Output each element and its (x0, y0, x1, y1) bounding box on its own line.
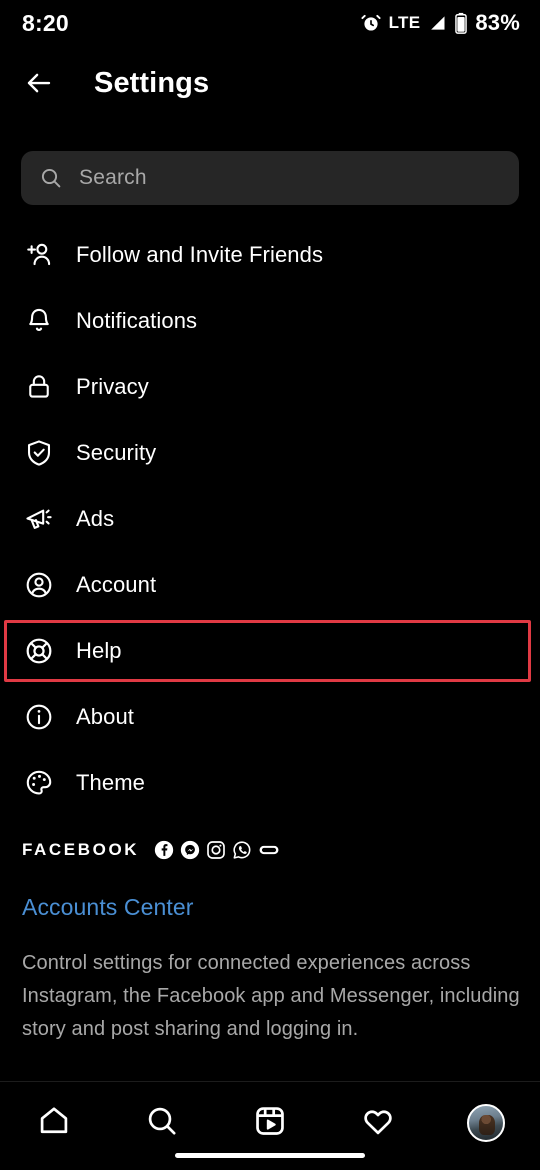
heart-icon (361, 1104, 395, 1143)
menu-item-label: Notifications (76, 308, 198, 333)
menu-item-security[interactable]: Security (0, 420, 540, 486)
menu-item-account[interactable]: Account (0, 552, 540, 618)
battery-percentage: 83% (475, 10, 520, 35)
facebook-icon (154, 840, 174, 860)
menu-item-privacy[interactable]: Privacy (0, 354, 540, 420)
facebook-section-description: Control settings for connected experienc… (22, 952, 520, 1040)
signal-bars-icon (427, 13, 447, 33)
facebook-section: FACEBOOK Accounts Center Control setting… (22, 840, 522, 1046)
info-circle-icon (22, 700, 56, 734)
messenger-icon (180, 840, 200, 860)
facebook-section-header: FACEBOOK (22, 840, 522, 860)
reels-icon (253, 1104, 287, 1143)
page-header: Settings (0, 52, 540, 114)
shield-check-icon (22, 436, 56, 470)
account-circle-icon (22, 568, 56, 602)
menu-item-ads[interactable]: Ads (0, 486, 540, 552)
settings-screen: 8:20 LTE 83% Settings Search Follow and … (0, 0, 540, 1170)
menu-item-label: Help (76, 638, 122, 663)
menu-item-follow-and-invite-friends[interactable]: Follow and Invite Friends (0, 222, 540, 288)
nav-profile-button[interactable] (455, 1098, 517, 1148)
menu-item-label: Privacy (76, 374, 149, 399)
menu-item-label: About (76, 704, 134, 729)
bell-icon (22, 304, 56, 338)
settings-menu: Follow and Invite Friends Notifications … (0, 222, 540, 816)
battery-icon (454, 12, 468, 34)
nav-search-button[interactable] (131, 1098, 193, 1148)
search-placeholder: Search (79, 166, 147, 189)
megaphone-icon (22, 502, 56, 536)
back-arrow-icon[interactable] (22, 66, 56, 100)
brand-icons-group (154, 840, 280, 860)
lifebuoy-icon (22, 634, 56, 668)
status-indicators: LTE 83% (360, 10, 520, 36)
search-icon (145, 1104, 179, 1143)
menu-item-theme[interactable]: Theme (0, 750, 540, 816)
menu-item-label: Ads (76, 506, 115, 531)
search-icon (39, 166, 63, 190)
profile-avatar (467, 1104, 505, 1142)
portal-icon (258, 840, 280, 860)
menu-item-notifications[interactable]: Notifications (0, 288, 540, 354)
nav-reels-button[interactable] (239, 1098, 301, 1148)
status-bar: 8:20 LTE 83% (0, 0, 540, 46)
person-plus-icon (22, 238, 56, 272)
avatar-figure (478, 1114, 495, 1135)
menu-item-help[interactable]: Help (0, 618, 540, 684)
facebook-section-title: FACEBOOK (22, 840, 140, 859)
palette-icon (22, 766, 56, 800)
nav-home-button[interactable] (23, 1098, 85, 1148)
menu-item-label: Follow and Invite Friends (76, 242, 324, 267)
menu-item-label: Security (76, 440, 157, 465)
search-bar[interactable]: Search (21, 151, 519, 205)
instagram-icon (206, 840, 226, 860)
home-icon (37, 1104, 71, 1143)
alarm-clock-icon (360, 12, 382, 34)
status-time: 8:20 (22, 9, 69, 36)
page-title: Settings (94, 66, 210, 99)
menu-item-about[interactable]: About (0, 684, 540, 750)
lock-icon (22, 370, 56, 404)
whatsapp-icon (232, 840, 252, 860)
search-input[interactable]: Search (21, 151, 519, 205)
nav-activity-button[interactable] (347, 1098, 409, 1148)
gesture-home-indicator (175, 1153, 365, 1158)
accounts-center-link[interactable]: Accounts Center (22, 894, 522, 921)
menu-item-label: Account (76, 572, 157, 597)
network-type-label: LTE (388, 13, 421, 32)
menu-item-label: Theme (76, 770, 145, 795)
